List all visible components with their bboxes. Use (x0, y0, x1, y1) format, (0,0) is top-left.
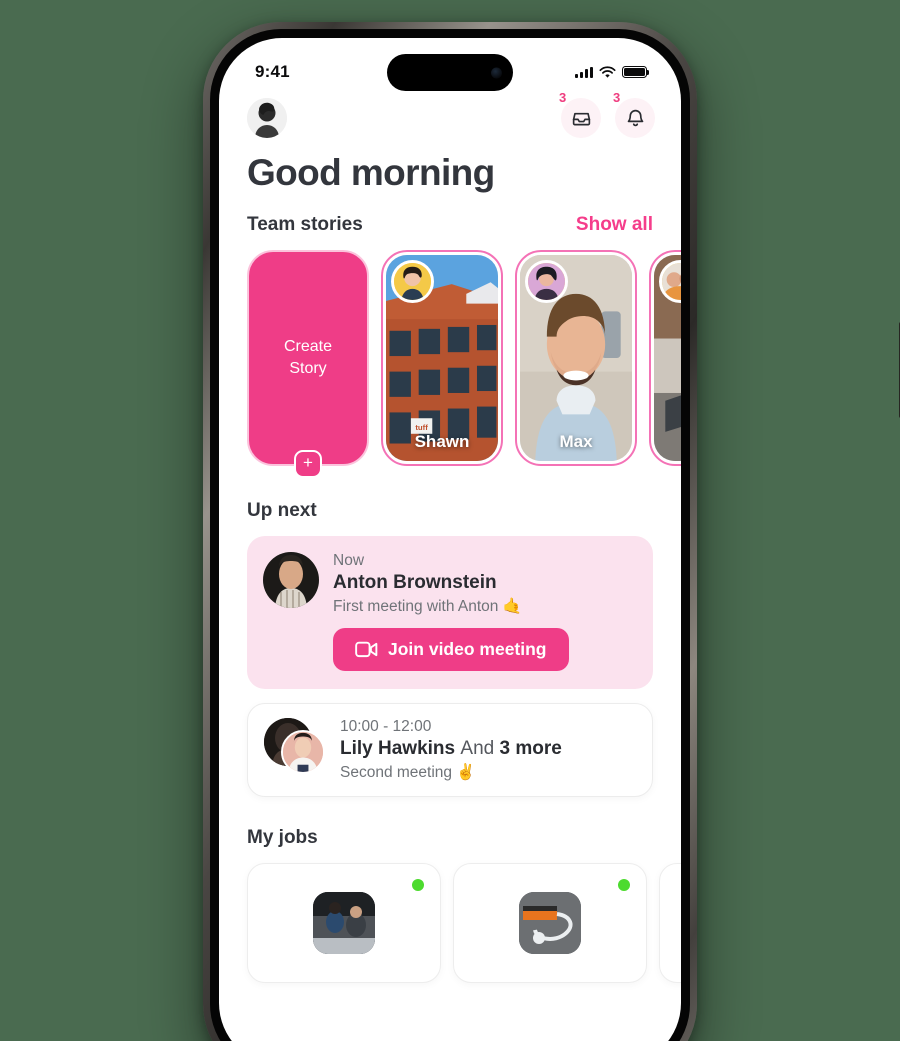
team-stories-carousel[interactable]: Create Story + tuff Shawn Max (219, 236, 681, 478)
user-avatar[interactable] (247, 98, 287, 138)
meeting-card-highlighted[interactable]: Now Anton Brownstein First meeting with … (247, 536, 653, 689)
job-status-dot (618, 879, 630, 891)
meeting-connector: And (460, 738, 495, 759)
meeting-avatar (263, 552, 319, 608)
job-card[interactable] (659, 863, 681, 983)
story-card[interactable]: Max (515, 250, 637, 466)
meeting-subtitle: Second meeting ✌️ (340, 764, 476, 781)
story-avatar (391, 260, 434, 303)
inbox-badge: 3 (559, 90, 567, 105)
svg-text:tuff: tuff (415, 423, 428, 432)
story-avatar (525, 260, 568, 303)
notifications-button[interactable]: 3 (613, 91, 655, 138)
battery-icon (622, 65, 650, 79)
notifications-badge: 3 (613, 90, 621, 105)
signal-icon (575, 66, 593, 78)
job-card[interactable] (453, 863, 647, 983)
meeting-card[interactable]: 10:00 - 12:00 Lily Hawkins And 3 more Se… (247, 703, 653, 797)
page-background: 9:41 3 3 Good morning Team stories Show … (0, 0, 900, 1041)
inbox-button[interactable]: 3 (559, 91, 601, 138)
meeting-organizer: Lily Hawkins (340, 738, 456, 759)
inbox-icon (572, 112, 590, 125)
meeting-extra-count: 3 more (499, 738, 562, 759)
job-thumbnail (313, 892, 375, 954)
story-name: Shawn (414, 432, 470, 451)
meeting-title: Anton Brownstein (333, 572, 497, 593)
story-name: Max (559, 432, 593, 451)
section-title-my-jobs: My jobs (247, 827, 318, 848)
show-all-link[interactable]: Show all (576, 214, 653, 236)
bell-icon (627, 109, 643, 126)
header-actions: 3 3 (559, 91, 655, 138)
status-bar: 9:41 (219, 38, 681, 92)
page-title: Good morning (247, 152, 495, 193)
video-camera-icon (355, 641, 378, 658)
meeting-avatar-stack (264, 718, 326, 774)
job-thumbnail (519, 892, 581, 954)
phone-screen: 9:41 3 3 Good morning Team stories Show … (219, 38, 681, 1041)
status-bar-clock: 9:41 (255, 62, 290, 81)
create-story-line1: Create (283, 338, 333, 356)
section-title-up-next: Up next (247, 500, 317, 521)
create-story-line2: Story (289, 360, 327, 377)
status-bar-indicators (575, 65, 650, 79)
wifi-icon (599, 65, 616, 78)
meeting-details: 10:00 - 12:00 Lily Hawkins And 3 more Se… (340, 718, 636, 782)
app-header: 3 3 (219, 91, 681, 138)
phone-device-frame: 9:41 3 3 Good morning Team stories Show … (203, 22, 900, 1041)
meeting-title: Lily Hawkins And 3 more (340, 738, 636, 760)
phone-bezel: 9:41 3 3 Good morning Team stories Show … (210, 29, 690, 1041)
meeting-time: 10:00 - 12:00 (340, 718, 432, 735)
story-card[interactable] (649, 250, 681, 466)
my-jobs-header: My jobs (219, 797, 681, 849)
job-status-dot (412, 879, 424, 891)
my-jobs-carousel[interactable] (219, 849, 681, 983)
create-story-text: Create Story (249, 252, 367, 464)
job-card[interactable] (247, 863, 441, 983)
team-stories-header: Team stories Show all (219, 194, 681, 236)
meeting-subtitle: First meeting with Anton 🤙 (333, 598, 523, 615)
join-video-meeting-label: Join video meeting (388, 639, 547, 659)
story-card[interactable]: tuff Shawn (381, 250, 503, 466)
up-next-header: Up next (219, 466, 681, 522)
add-story-button[interactable]: + (294, 450, 322, 478)
create-story-card[interactable]: Create Story + (247, 250, 369, 478)
meeting-details: Now Anton Brownstein First meeting with … (333, 552, 637, 671)
meeting-time: Now (333, 552, 365, 569)
meeting-avatar (281, 730, 325, 774)
section-title-team-stories: Team stories (247, 214, 363, 235)
dynamic-island (387, 54, 513, 91)
join-video-meeting-button[interactable]: Join video meeting (333, 628, 569, 671)
